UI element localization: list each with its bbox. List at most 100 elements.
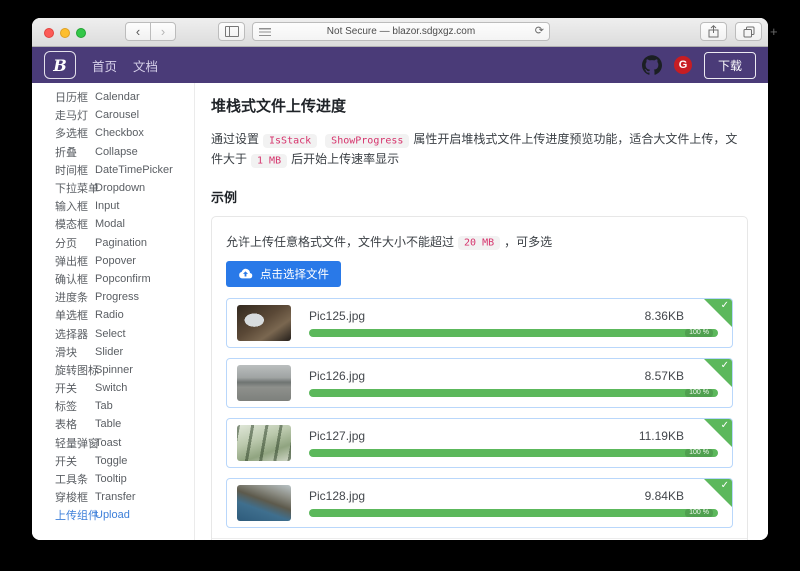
back-button[interactable]: ‹ [125,22,151,41]
sidebar-item[interactable]: 分页 Pagination [32,234,194,252]
sidebar-item[interactable]: 上传组件 Upload [32,506,194,524]
sidebar-item-en: Popover [95,255,136,267]
sidebar-item[interactable]: 滑块 Slider [32,343,194,361]
sidebar-item[interactable]: 弹出框 Popover [32,252,194,270]
hint-t2: ，可多选 [504,235,552,249]
file-item: Pic128.jpg 9.84KB 100 % ✓ [226,478,733,528]
refresh-icon[interactable]: ⟳ [535,24,544,37]
page-title: 堆栈式文件上传进度 [211,95,748,116]
sidebar-item-en: Modal [95,218,125,230]
component-sidebar: 日历框 Calendar 走马灯 Carousel 多选框 Checkbox [32,83,195,540]
sidebar-item[interactable]: 穿梭框 Transfer [32,488,194,506]
sidebar-item[interactable]: 日历框 Calendar [32,88,194,106]
file-thumbnail [237,365,291,401]
progress-bar: 100 % [309,329,718,337]
sidebar-item[interactable]: 选择器 Select [32,324,194,342]
sidebar-item-en: Spinner [95,364,133,376]
file-item: Pic126.jpg 8.57KB 100 % ✓ [226,358,733,408]
sidebar-item-zh: 单选框 [55,307,95,323]
sidebar-item[interactable]: 旋转图标 Spinner [32,361,194,379]
brand-logo[interactable]: B [44,51,76,79]
file-name: Pic128.jpg [309,489,365,503]
share-button[interactable] [700,22,727,41]
sidebar-item[interactable]: 标签 Tab [32,397,194,415]
sidebar-item[interactable]: 开关 Toggle [32,452,194,470]
sidebar-item-en: Transfer [95,491,136,503]
download-button[interactable]: 下载 [704,52,756,79]
sidebar-item[interactable]: 开关 Switch [32,379,194,397]
upload-file-list: Pic125.jpg 8.36KB 100 % ✓ [226,298,733,528]
sidebar-item-zh: 开关 [55,380,95,396]
file-name: Pic126.jpg [309,369,365,383]
sidebar-item[interactable]: 确认框 Popconfirm [32,270,194,288]
github-icon[interactable] [642,55,662,75]
file-size: 8.57KB [645,369,684,383]
sidebar-item[interactable]: 多选框 Checkbox [32,124,194,142]
file-size: 9.84KB [645,489,684,503]
tab-overview-button[interactable] [735,22,762,41]
intro-t1: 通过设置 [211,132,259,146]
intro-text: 通过设置IsStackShowProgress属性开启堆栈式文件上传进度预览功能… [211,129,748,170]
select-file-button[interactable]: 点击选择文件 [226,261,341,287]
sidebar-item-zh: 穿梭框 [55,489,95,505]
minimize-window-button[interactable] [60,28,70,38]
sidebar-item[interactable]: 走马灯 Carousel [32,106,194,124]
sidebar-item[interactable]: 折叠 Collapse [32,143,194,161]
sidebar-item[interactable]: 工具条 Tooltip [32,470,194,488]
sidebar-item-zh: 标签 [55,398,95,414]
close-window-button[interactable] [44,28,54,38]
sidebar-item[interactable]: 模态框 Modal [32,215,194,233]
sidebar-item[interactable]: 进度条 Progress [32,288,194,306]
show-code-toggle[interactable]: ▾ 显示代码 [212,538,747,540]
sidebar-item[interactable]: 表格 Table [32,415,194,433]
progress-percent: 100 % [685,329,713,337]
sidebar-item[interactable]: 单选框 Radio [32,306,194,324]
sidebar-toggle-button[interactable] [218,22,245,41]
file-meta: Pic125.jpg 8.36KB 100 % [309,309,722,337]
browser-window: ‹ › Not Secure — blazor.sdgxgz.com ⟳ [32,18,768,540]
gitee-icon[interactable]: G [674,56,692,74]
sidebar-item-en: Input [95,200,119,212]
file-item: Pic125.jpg 8.36KB 100 % ✓ [226,298,733,348]
sidebar-item-en: Upload [95,509,130,521]
file-item: Pic127.jpg 11.19KB 100 % ✓ [226,418,733,468]
sidebar-list: 日历框 Calendar 走马灯 Carousel 多选框 Checkbox [32,88,194,525]
file-meta: Pic127.jpg 11.19KB 100 % [309,429,722,457]
new-tab-button[interactable]: + [770,24,778,39]
main-content: 堆栈式文件上传进度 通过设置IsStackShowProgress属性开启堆栈式… [195,83,768,540]
example-card: 允许上传任意格式文件，文件大小不能超过20 MB，可多选 点击选择文件 [211,216,748,540]
nav-link-docs[interactable]: 文档 [133,56,158,75]
sidebar-item[interactable]: 下拉菜单 Dropdown [32,179,194,197]
sidebar-item-zh: 旋转图标 [55,362,95,378]
file-name: Pic125.jpg [309,309,365,323]
reader-icon[interactable] [259,28,271,36]
section-title-example: 示例 [211,187,748,206]
sidebar-item-en: Tab [95,400,113,412]
forward-button[interactable]: › [150,22,176,41]
file-size: 11.19KB [639,429,684,443]
sidebar-item-en: Collapse [95,146,138,158]
sidebar-item[interactable]: 输入框 Input [32,197,194,215]
file-meta: Pic126.jpg 8.57KB 100 % [309,369,722,397]
check-icon: ✓ [721,420,729,431]
sidebar-item-en: DateTimePicker [95,164,173,176]
sidebar-item-zh: 表格 [55,416,95,432]
nav-link-home[interactable]: 首页 [92,56,117,75]
sidebar-item-zh: 弹出框 [55,253,95,269]
sidebar-item-zh: 时间框 [55,162,95,178]
check-icon: ✓ [721,360,729,371]
file-thumbnail [237,305,291,341]
sidebar-item[interactable]: 时间框 DateTimePicker [32,161,194,179]
progress-bar: 100 % [309,389,718,397]
sidebar-item-en: Toast [95,437,121,449]
intro-t3: 后开始上传速率显示 [291,152,399,166]
address-bar[interactable]: Not Secure — blazor.sdgxgz.com ⟳ [252,22,550,41]
browser-toolbar: ‹ › Not Secure — blazor.sdgxgz.com ⟳ [32,18,768,47]
sidebar-item-en: Radio [95,309,124,321]
sidebar-panel-icon [225,26,239,37]
sidebar-item[interactable]: 轻量弹窗 Toast [32,434,194,452]
code-chip-isstack: IsStack [263,134,317,148]
cloud-upload-icon [238,268,253,279]
sidebar-item-en: Popconfirm [95,273,151,285]
zoom-window-button[interactable] [76,28,86,38]
